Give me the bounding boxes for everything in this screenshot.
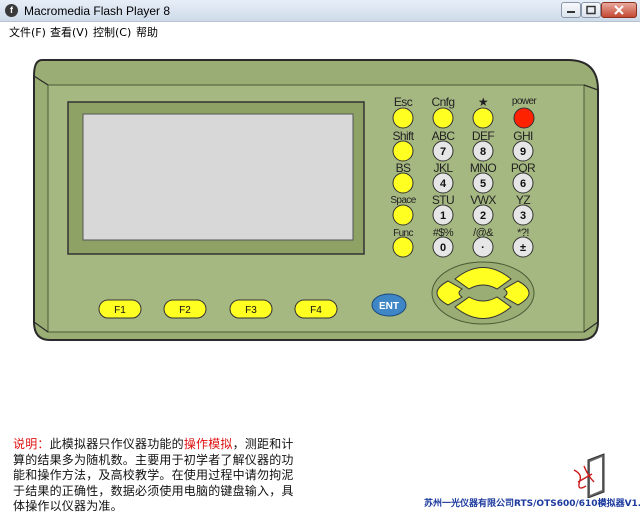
num-key-3-label: 3 xyxy=(520,210,526,222)
num-key-9-label: 9 xyxy=(520,146,526,158)
description-highlight: 操作模拟 xyxy=(183,437,233,451)
key-label-cnfg: Cnfg xyxy=(432,95,455,109)
maximize-icon xyxy=(586,5,596,15)
number-keypad: ABC 7 DEF 8 GHI 9 JKL 4 MNO 5 PQR 6 STU … xyxy=(432,129,537,258)
description-part1: 此模拟器只作仪器功能的 xyxy=(49,437,184,451)
menu-bar: 文件(F) 查看(V) 控制(C) 帮助 xyxy=(0,22,640,41)
f1-key-label: F1 xyxy=(114,305,126,316)
space-key[interactable] xyxy=(392,204,414,226)
key-label-star: ★ xyxy=(478,95,488,109)
menu-control[interactable]: 控制(C) xyxy=(93,24,131,40)
num-key-8-label: 8 xyxy=(480,146,486,158)
f4-key-label: F4 xyxy=(310,305,322,316)
num-key-4-label: 4 xyxy=(440,178,447,190)
close-icon xyxy=(614,5,624,15)
num-key-6-label: 6 xyxy=(520,178,526,190)
company-footer: 苏州一光仪器有限公司RTS/OTS600/610模拟器V1.0 xyxy=(424,499,640,509)
backspace-key[interactable] xyxy=(392,172,414,194)
key-label-space: Space xyxy=(390,195,416,206)
num-key-2-label: 2 xyxy=(480,210,486,222)
menu-help[interactable]: 帮助 xyxy=(136,24,158,40)
description-prefix: 说明： xyxy=(13,437,50,451)
lcd-screen xyxy=(82,113,354,241)
shift-key[interactable] xyxy=(392,140,414,162)
num-key-7-label: 7 xyxy=(440,146,446,158)
menu-file[interactable]: 文件(F) xyxy=(9,24,46,40)
f3-key-label: F3 xyxy=(245,305,257,316)
key-label-power: power xyxy=(512,96,538,107)
minimize-button[interactable] xyxy=(561,2,581,18)
minimize-icon xyxy=(567,11,575,13)
enter-key-label: ENT xyxy=(379,301,399,312)
esc-key[interactable] xyxy=(392,107,414,129)
plus-minus-key-label: ± xyxy=(520,242,526,254)
num-key-5-label: 5 xyxy=(480,178,486,190)
direction-pad xyxy=(431,261,535,325)
close-button[interactable] xyxy=(601,2,637,18)
star-key[interactable] xyxy=(472,107,494,129)
top-keys: Cnfg ★ power xyxy=(432,95,538,129)
power-key[interactable] xyxy=(513,107,535,129)
menu-view[interactable]: 查看(V) xyxy=(50,24,88,40)
func-key[interactable] xyxy=(392,236,414,258)
dot-key-label: · xyxy=(481,242,485,254)
cnfg-key[interactable] xyxy=(432,107,454,129)
key-label-esc: Esc xyxy=(394,95,413,109)
window-title: Macromedia Flash Player 8 xyxy=(24,4,171,18)
maximize-button[interactable] xyxy=(581,2,601,18)
num-key-1-label: 1 xyxy=(440,210,446,222)
flash-app-icon: f xyxy=(5,4,18,17)
company-logo-icon xyxy=(573,453,605,498)
description-text: 说明：此模拟器只作仪器功能的操作模拟，测距和计算的结果多为随机数。主要用于初学者… xyxy=(13,437,305,515)
f2-key-label: F2 xyxy=(179,305,191,316)
num-key-0-label: 0 xyxy=(440,242,446,254)
title-bar: f Macromedia Flash Player 8 xyxy=(0,0,640,22)
